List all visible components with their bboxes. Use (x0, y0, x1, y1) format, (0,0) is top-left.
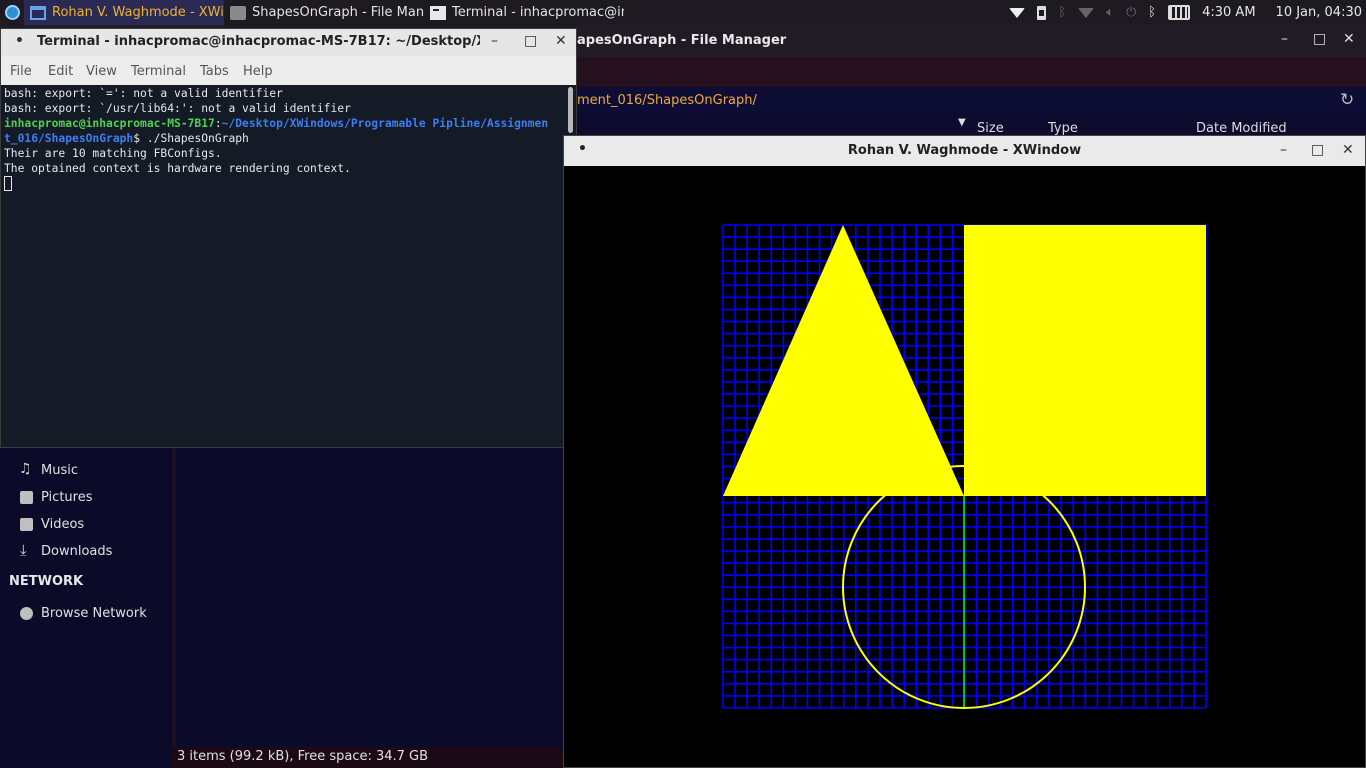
network-signal-icon[interactable] (1078, 7, 1095, 18)
power-icon[interactable]: ⏻ (1126, 5, 1136, 20)
sidebar-item-pictures[interactable]: Pictures (20, 487, 92, 507)
sidebar-item-music[interactable]: Music (19, 460, 78, 480)
close-icon[interactable]: ✕ (555, 33, 567, 49)
maximize-icon[interactable]: □ (1313, 31, 1326, 47)
sidebar-divider[interactable] (172, 445, 176, 768)
taskbar-item-xwindow[interactable]: Rohan V. Waghmode - XWi... (24, 0, 224, 25)
file-manager-title: apesOnGraph - File Manager (577, 33, 787, 48)
system-tray: ᛒ 🔈︎ ⏻ ᛒ 4:30 AM 10 Jan, 04:30 (1009, 0, 1366, 25)
terminal-line: Their are 10 matching FBConfigs. (4, 147, 222, 160)
location-path[interactable]: ment_016/ShapesOnGraph/ (577, 93, 757, 108)
network-icon (20, 606, 33, 620)
minimize-icon[interactable]: – (491, 33, 498, 49)
minimize-icon[interactable]: – (1281, 31, 1288, 47)
scrollbar-thumb[interactable] (568, 87, 573, 133)
sidebar-heading-network: NETWORK (9, 574, 84, 589)
terminal-line: The optained context is hardware renderi… (4, 162, 351, 175)
sort-desc-icon: ▼ (958, 117, 966, 128)
sidebar-item-label: Downloads (41, 543, 113, 559)
videos-icon (20, 517, 33, 531)
pictures-icon (20, 490, 33, 504)
terminal-menubar: File Edit View Terminal Tabs Help (1, 56, 576, 85)
prompt-path: ~/Desktop/XWindows/Programable Pipline/A… (221, 117, 549, 130)
taskbar-item-label: ShapesOnGraph - File Man... (252, 5, 424, 20)
column-type[interactable]: Type (1048, 121, 1078, 136)
maximize-icon[interactable]: □ (1311, 142, 1324, 158)
terminal-line: bash: export: `/usr/lib64:': not a valid… (4, 102, 351, 115)
terminal-prompt-line: inhacpromac@inhacpromac-MS-7B17:~/Deskto… (4, 116, 560, 131)
terminal-cursor (4, 176, 12, 191)
clock-time[interactable]: 4:30 AM (1202, 5, 1255, 20)
app-menu-button[interactable] (0, 0, 24, 25)
menu-help[interactable]: Help (243, 64, 273, 79)
status-text: 3 items (99.2 kB), Free space: 34.7 GB (177, 749, 429, 764)
xwindow-titlebar[interactable]: • Rohan V. Waghmode - XWindow – □ ✕ (564, 136, 1365, 166)
volume-icon[interactable]: 🔈︎ (1106, 5, 1114, 20)
reload-icon[interactable]: ↻ (1340, 90, 1354, 110)
sidebar-item-label: Pictures (41, 489, 93, 505)
status-bar: 3 items (99.2 kB), Free space: 34.7 GB (172, 747, 566, 768)
column-date-modified[interactable]: Date Modified (1196, 121, 1287, 136)
sidebar-item-label: Music (41, 462, 78, 478)
xwindow[interactable]: • Rohan V. Waghmode - XWindow – □ ✕ (563, 135, 1366, 768)
folder-icon (230, 5, 246, 20)
sidebar-item-browse-network[interactable]: Browse Network (20, 603, 147, 623)
prompt-path: t_016/ShapesOnGraph (4, 132, 134, 145)
taskbar-item-label: Rohan V. Waghmode - XWi... (52, 5, 224, 20)
menu-file[interactable]: File (10, 64, 32, 79)
yellow-square (964, 225, 1206, 496)
taskbar-item-terminal[interactable]: Terminal - inhacpromac@in... (424, 0, 624, 25)
sidebar-item-videos[interactable]: Videos (20, 514, 84, 534)
wifi-icon[interactable] (1009, 7, 1026, 18)
maximize-icon[interactable]: □ (524, 33, 537, 49)
clock-date[interactable]: 10 Jan, 04:30 (1276, 5, 1362, 20)
terminal-titlebar[interactable]: • Terminal - inhacpromac@inhacpromac-MS-… (1, 29, 576, 56)
downloads-icon (20, 541, 33, 559)
terminal-command: $ ./ShapesOnGraph (133, 132, 249, 145)
terminal-icon (430, 5, 446, 20)
menu-terminal[interactable]: Terminal (131, 64, 186, 79)
prompt-user: inhacpromac@inhacpromac-MS-7B17 (4, 117, 215, 130)
prompt-colon: : (214, 117, 222, 130)
opengl-canvas[interactable] (564, 166, 1365, 767)
taskbar-item-label: Terminal - inhacpromac@in... (452, 5, 624, 20)
app-menu-icon (4, 5, 20, 20)
close-icon[interactable]: ✕ (1342, 142, 1354, 158)
minimize-icon[interactable]: – (1280, 142, 1287, 158)
sidebar: Music Pictures Videos Downloads NETWORK … (0, 445, 172, 768)
bluetooth-icon[interactable]: ᛒ (1058, 5, 1066, 20)
column-size[interactable]: Size (977, 121, 1004, 136)
xwindow-title: Rohan V. Waghmode - XWindow (847, 143, 1082, 158)
terminal-line: bash: export: `=': not a valid identifie… (4, 87, 283, 100)
terminal-output[interactable]: bash: export: `=': not a valid identifie… (1, 85, 563, 447)
sidebar-item-downloads[interactable]: Downloads (20, 541, 112, 561)
window-icon (30, 5, 46, 20)
bluetooth-status-icon[interactable]: ᛒ (1148, 5, 1156, 20)
battery-icon[interactable] (1037, 5, 1047, 20)
taskbar-item-file-manager[interactable]: ShapesOnGraph - File Man... (224, 0, 424, 25)
menu-view[interactable]: View (86, 64, 117, 79)
keyboard-icon[interactable] (1168, 5, 1191, 20)
shapes-on-graph (722, 224, 1207, 709)
terminal-title: Terminal - inhacpromac@inhacpromac-MS-7B… (37, 34, 480, 49)
desktop: apesOnGraph - File Manager – □ ✕ ment_01… (0, 0, 1366, 768)
music-icon (19, 461, 33, 477)
sidebar-item-label: Videos (41, 516, 85, 532)
terminal-window[interactable]: • Terminal - inhacpromac@inhacpromac-MS-… (0, 28, 577, 448)
top-panel: Rohan V. Waghmode - XWi... ShapesOnGraph… (0, 0, 1366, 25)
close-icon[interactable]: ✕ (1343, 31, 1355, 47)
menu-tabs[interactable]: Tabs (200, 64, 229, 79)
terminal-prompt-line: t_016/ShapesOnGraph$ ./ShapesOnGraph (4, 131, 560, 146)
menu-edit[interactable]: Edit (48, 64, 73, 79)
sidebar-item-label: Browse Network (41, 605, 147, 621)
window-menu-icon[interactable]: • (15, 33, 24, 49)
